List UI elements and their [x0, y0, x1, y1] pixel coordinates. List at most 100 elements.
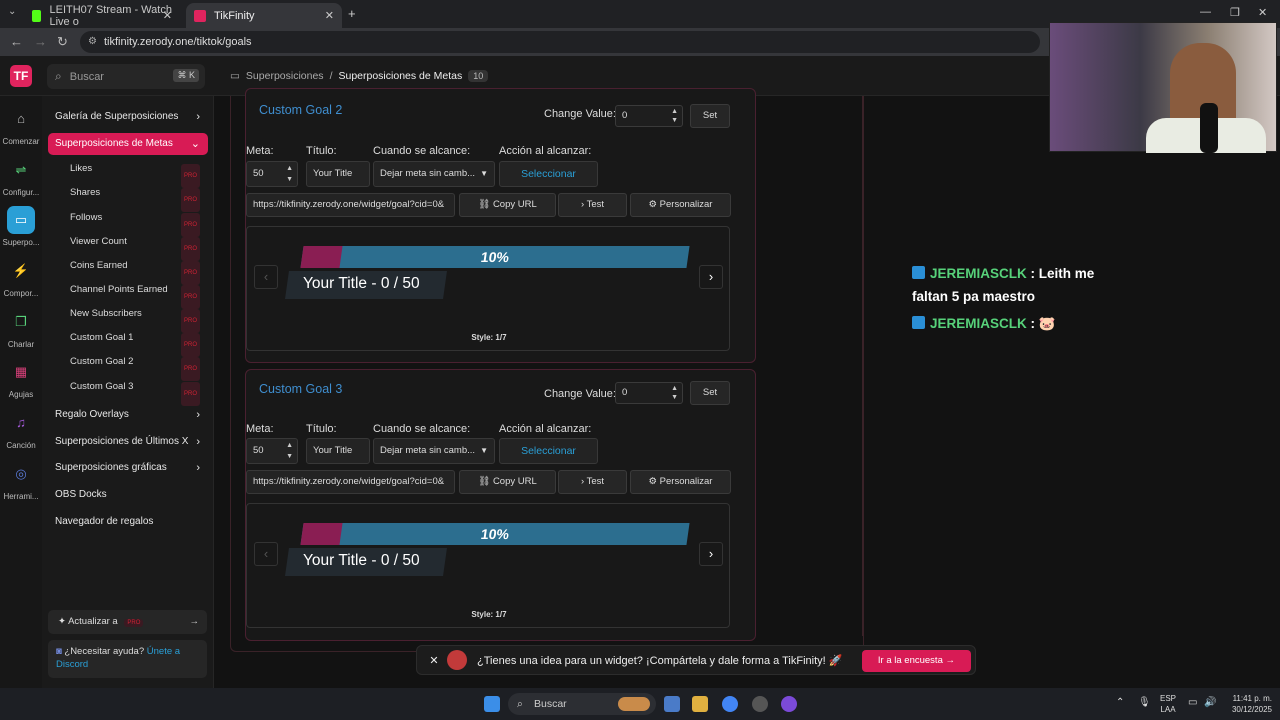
stepper-icon[interactable]: ▲ ▼: [671, 384, 678, 402]
upgrade-button[interactable]: ✦ Actualizar a PRO →: [48, 610, 207, 634]
sidebar-sub-custom-goal-3[interactable]: Custom Goal 3 PRO: [70, 376, 200, 406]
rail-item-superposiciones[interactable]: ▭ Superpo...: [0, 206, 42, 247]
app-icon[interactable]: [781, 696, 797, 712]
copy-url-button[interactable]: ⛓ Copy URL: [459, 470, 556, 494]
taskbar-search[interactable]: ⌕ Buscar: [508, 693, 656, 715]
reload-icon[interactable]: ↻: [57, 34, 68, 50]
site-info-icon[interactable]: ⚙: [88, 31, 97, 53]
windows-start-icon[interactable]: [484, 696, 500, 712]
obs-icon[interactable]: [752, 696, 768, 712]
sidebar-sub-custom-goal-2[interactable]: Custom Goal 2 PRO: [70, 351, 200, 381]
pro-badge: PRO: [180, 382, 200, 406]
taskbar: ⌕ Buscar ⌃ 🎙 ESP LAA ▭ 🔊 11:41 p. m. 30/…: [0, 688, 1280, 720]
close-tab-icon[interactable]: ✕: [325, 9, 334, 22]
sidebar-item-obs-docks[interactable]: OBS Docks: [48, 484, 208, 506]
microphone-icon: [1200, 103, 1218, 153]
tikfinity-logo[interactable]: TF: [10, 65, 32, 87]
sidebar-sub-follows[interactable]: Follows PRO: [70, 207, 200, 237]
meta-input[interactable]: 50 ▲ ▼: [246, 161, 298, 187]
url-field[interactable]: ⚙ tikfinity.zerody.one/tiktok/goals: [80, 31, 1040, 53]
tab-list-icon[interactable]: ⌄: [8, 6, 16, 17]
title-input[interactable]: Your Title: [306, 438, 370, 464]
back-icon[interactable]: ←: [10, 34, 23, 49]
sidebar-item-navegador[interactable]: Navegador de regalos: [48, 511, 208, 533]
widget-url-field[interactable]: https://tikfinity.zerody.one/widget/goal…: [246, 470, 455, 494]
cuando-select[interactable]: Dejar meta sin camb... ▼: [373, 161, 495, 187]
change-value-input[interactable]: 0 ▲ ▼: [615, 105, 683, 127]
close-banner-icon[interactable]: ✕: [427, 654, 441, 667]
sidebar-item-galeria[interactable]: Galería de Superposiciones ›: [48, 106, 208, 128]
rail-item-cancion[interactable]: ♫ Canción: [0, 409, 42, 450]
next-style-button[interactable]: ›: [699, 265, 723, 289]
seleccionar-button[interactable]: Seleccionar: [499, 438, 598, 464]
sidebar-sub-new-subscribers[interactable]: New Subscribers PRO: [70, 303, 200, 333]
sidebar-sub-custom-goal-1[interactable]: Custom Goal 1 PRO: [70, 327, 200, 357]
forward-icon[interactable]: →: [34, 34, 47, 49]
set-button[interactable]: Set: [690, 104, 730, 128]
sidebar: Galería de Superposiciones › Superposicio…: [42, 96, 214, 688]
seleccionar-button[interactable]: Seleccionar: [499, 161, 598, 187]
chat-badge-icon: [912, 266, 925, 279]
chat-icon: ❐: [15, 314, 27, 329]
gamepad-icon: ◎: [15, 466, 27, 481]
rail-item-herramientas[interactable]: ◎ Herrami...: [0, 460, 42, 501]
chat-message: JEREMIASCLK : Leith me faltan 5 pa maest…: [912, 262, 1122, 308]
copy-url-button[interactable]: ⛓ Copy URL: [459, 193, 556, 217]
tab-leith07[interactable]: LEITH07 Stream - Watch Live o ✕: [24, 3, 180, 28]
main-content: Custom Goal 2 Change Value: 0 ▲ ▼ Set Meta…: [214, 88, 1280, 688]
sidebar-sub-likes[interactable]: Likes PRO: [70, 158, 200, 188]
search-box[interactable]: ⌕ Buscar ⌘ K: [47, 64, 205, 89]
microphone-tray-icon[interactable]: 🎙: [1138, 697, 1151, 708]
minimize-icon[interactable]: —: [1200, 6, 1211, 18]
language-indicator[interactable]: ESP LAA: [1160, 693, 1176, 715]
widget-url-field[interactable]: https://tikfinity.zerody.one/widget/goal…: [246, 193, 455, 217]
task-view-icon[interactable]: [664, 696, 680, 712]
goal-preview: 10% Your Title - 0 / 50 ‹ › Style: 1/7: [246, 226, 730, 351]
tab-tikfinity[interactable]: TikFinity ✕: [186, 3, 342, 28]
sidebar-sub-coins[interactable]: Coins Earned PRO: [70, 255, 200, 285]
rail-item-comportamiento[interactable]: ⚡ Compor...: [0, 257, 42, 298]
prev-style-button[interactable]: ‹: [254, 542, 278, 566]
file-explorer-icon[interactable]: [692, 696, 708, 712]
survey-button[interactable]: Ir a la encuesta →: [861, 650, 971, 672]
change-value-input[interactable]: 0 ▲ ▼: [615, 382, 683, 404]
next-style-button[interactable]: ›: [699, 542, 723, 566]
rail-item-comenzar[interactable]: ⌂ Comenzar: [0, 105, 42, 146]
customize-button[interactable]: ⚙ Personalizar: [630, 470, 731, 494]
chat-username: JEREMIASCLK: [930, 266, 1027, 281]
breadcrumb-parent[interactable]: Superposiciones: [246, 70, 324, 82]
sidebar-item-ultimos-x[interactable]: Superposiciones de Últimos X ›: [48, 431, 208, 453]
sidebar-item-graficas[interactable]: Superposiciones gráficas ›: [48, 457, 208, 479]
stepper-icon[interactable]: ▲ ▼: [671, 107, 678, 125]
tray-chevron-icon[interactable]: ⌃: [1116, 697, 1124, 708]
title-input[interactable]: Your Title: [306, 161, 370, 187]
rail-item-configuracion[interactable]: ⇌ Configur...: [0, 156, 42, 197]
maximize-icon[interactable]: ❐: [1230, 6, 1240, 19]
volume-icon[interactable]: 🔊: [1204, 697, 1216, 708]
close-tab-icon[interactable]: ✕: [163, 9, 172, 22]
sidebar-item-label: OBS Docks: [55, 489, 107, 500]
sidebar-item-metas[interactable]: Superposiciones de Metas ⌄: [48, 133, 208, 155]
test-button[interactable]: › Test: [558, 193, 627, 217]
stepper-icon[interactable]: ▲ ▼: [286, 440, 293, 462]
set-button[interactable]: Set: [690, 381, 730, 405]
change-value-text: 0: [622, 110, 628, 121]
sidebar-sub-viewer-count[interactable]: Viewer Count PRO: [70, 231, 200, 261]
chrome-icon[interactable]: [722, 696, 738, 712]
rail-item-charlar[interactable]: ❐ Charlar: [0, 308, 42, 349]
rail-item-agujas[interactable]: ▦ Agujas: [0, 358, 42, 399]
clock[interactable]: 11:41 p. m. 30/12/2025: [1232, 693, 1272, 715]
close-window-icon[interactable]: ✕: [1258, 6, 1267, 19]
sidebar-sub-channel-points[interactable]: Channel Points Earned PRO: [70, 279, 200, 309]
prev-style-button[interactable]: ‹: [254, 265, 278, 289]
stepper-icon[interactable]: ▲ ▼: [286, 163, 293, 185]
meta-input[interactable]: 50 ▲ ▼: [246, 438, 298, 464]
customize-button[interactable]: ⚙ Personalizar: [630, 193, 731, 217]
cuando-select[interactable]: Dejar meta sin camb... ▼: [373, 438, 495, 464]
rail-label: Canción: [6, 441, 36, 450]
network-icon[interactable]: ▭: [1188, 697, 1197, 708]
sidebar-sub-shares[interactable]: Shares PRO: [70, 182, 200, 212]
test-button[interactable]: › Test: [558, 470, 627, 494]
sidebar-item-regalo-overlays[interactable]: Regalo Overlays ›: [48, 404, 208, 426]
new-tab-icon[interactable]: +: [348, 6, 356, 21]
